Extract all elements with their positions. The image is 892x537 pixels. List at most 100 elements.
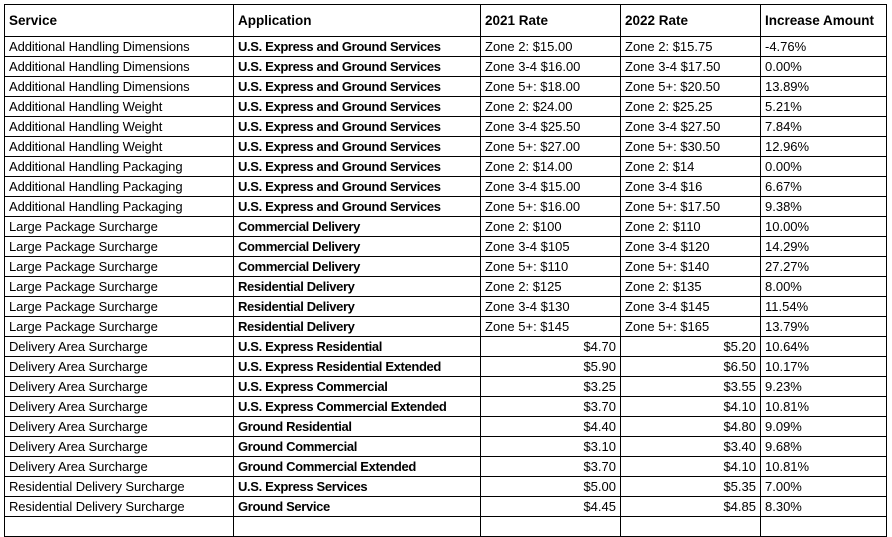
- table-row[interactable]: Large Package Surcharge Commercial Delive…: [4, 256, 887, 277]
- cell-service[interactable]: Large Package Surcharge: [4, 236, 234, 257]
- cell-service[interactable]: Additional Handling Packaging: [4, 156, 234, 177]
- cell-application[interactable]: U.S. Express and Ground Services: [233, 116, 481, 137]
- cell-rate-2022[interactable]: Zone 5+: $20.50: [620, 76, 761, 97]
- cell-application[interactable]: U.S. Express and Ground Services: [233, 196, 481, 217]
- column-header-rate-2021[interactable]: 2021 Rate: [480, 4, 621, 37]
- cell-rate-2021[interactable]: Zone 5+: $18.00: [480, 76, 621, 97]
- cell-increase-amount[interactable]: 0.00%: [760, 156, 887, 177]
- cell-rate-2021[interactable]: Zone 3-4 $16.00: [480, 56, 621, 77]
- cell-service[interactable]: Additional Handling Dimensions: [4, 76, 234, 97]
- table-row[interactable]: Delivery Area Surcharge Ground Residentia…: [4, 416, 887, 437]
- cell-application[interactable]: Residential Delivery: [233, 276, 481, 297]
- cell-rate-2022[interactable]: Zone 3-4 $120: [620, 236, 761, 257]
- cell-rate-2022[interactable]: $4.85: [620, 496, 761, 517]
- cell-service[interactable]: Delivery Area Surcharge: [4, 416, 234, 437]
- cell-application[interactable]: Residential Delivery: [233, 316, 481, 337]
- table-row[interactable]: Large Package Surcharge Residential Deliv…: [4, 276, 887, 297]
- cell-increase-amount[interactable]: 10.81%: [760, 396, 887, 417]
- cell-rate-2022[interactable]: $3.40: [620, 436, 761, 457]
- cell-rate-2022[interactable]: Zone 2: $110: [620, 216, 761, 237]
- table-row[interactable]: Residential Delivery Surcharge U.S. Expre…: [4, 476, 887, 497]
- cell-rate-2021[interactable]: $4.40: [480, 416, 621, 437]
- cell-service[interactable]: Large Package Surcharge: [4, 276, 234, 297]
- table-row[interactable]: Delivery Area Surcharge U.S. Express Resi…: [4, 356, 887, 377]
- cell-rate-2022[interactable]: $3.55: [620, 376, 761, 397]
- cell-rate-2022[interactable]: $4.10: [620, 396, 761, 417]
- table-row[interactable]: Large Package Surcharge Residential Deliv…: [4, 296, 887, 317]
- cell-rate-2021[interactable]: $3.70: [480, 396, 621, 417]
- cell-increase-amount[interactable]: 10.64%: [760, 336, 887, 357]
- table-row[interactable]: Additional Handling Packaging U.S. Expres…: [4, 176, 887, 197]
- cell-rate-2021[interactable]: Zone 5+: $110: [480, 256, 621, 277]
- cell-rate-2022[interactable]: Zone 2: $135: [620, 276, 761, 297]
- table-row[interactable]: Delivery Area Surcharge U.S. Express Comm…: [4, 376, 887, 397]
- cell-increase-amount[interactable]: 13.79%: [760, 316, 887, 337]
- cell-increase-amount[interactable]: 5.21%: [760, 96, 887, 117]
- cell-rate-2022[interactable]: Zone 3-4 $16: [620, 176, 761, 197]
- table-row[interactable]: Additional Handling Dimensions U.S. Expre…: [4, 56, 887, 77]
- cell-increase-amount[interactable]: 10.00%: [760, 216, 887, 237]
- cell-service[interactable]: Additional Handling Dimensions: [4, 56, 234, 77]
- cell-service[interactable]: Delivery Area Surcharge: [4, 336, 234, 357]
- cell-increase-amount[interactable]: 7.00%: [760, 476, 887, 497]
- cell-increase-amount[interactable]: 9.38%: [760, 196, 887, 217]
- cell-application[interactable]: U.S. Express Commercial Extended: [233, 396, 481, 417]
- cell-rate-2022[interactable]: Zone 5+: $17.50: [620, 196, 761, 217]
- cell-rate-2022[interactable]: $4.80: [620, 416, 761, 437]
- cell-rate-2021[interactable]: $5.90: [480, 356, 621, 377]
- table-row[interactable]: Additional Handling Dimensions U.S. Expre…: [4, 36, 887, 57]
- cell-application[interactable]: U.S. Express and Ground Services: [233, 96, 481, 117]
- cell-rate-2021[interactable]: $3.25: [480, 376, 621, 397]
- cell-service[interactable]: Residential Delivery Surcharge: [4, 476, 234, 497]
- cell-increase-amount[interactable]: 10.81%: [760, 456, 887, 477]
- cell-rate-2022[interactable]: Zone 5+: $30.50: [620, 136, 761, 157]
- cell-application[interactable]: Ground Commercial Extended: [233, 456, 481, 477]
- cell-rate-2021[interactable]: $4.70: [480, 336, 621, 357]
- cell-rate-2022[interactable]: $5.20: [620, 336, 761, 357]
- cell-application[interactable]: Commercial Delivery: [233, 236, 481, 257]
- cell-rate-2022[interactable]: Zone 2: $15.75: [620, 36, 761, 57]
- cell-application[interactable]: U.S. Express and Ground Services: [233, 56, 481, 77]
- cell-rate-2021[interactable]: $4.45: [480, 496, 621, 517]
- cell-rate-2022[interactable]: Zone 3-4 $145: [620, 296, 761, 317]
- cell-application[interactable]: Commercial Delivery: [233, 216, 481, 237]
- table-row[interactable]: Additional Handling Packaging U.S. Expres…: [4, 156, 887, 177]
- table-row[interactable]: Additional Handling Weight U.S. Express a…: [4, 96, 887, 117]
- cell-rate-2021[interactable]: Zone 3-4 $15.00: [480, 176, 621, 197]
- cell-rate-2022[interactable]: $5.35: [620, 476, 761, 497]
- cell-service[interactable]: Delivery Area Surcharge: [4, 456, 234, 477]
- cell-increase-amount[interactable]: 7.84%: [760, 116, 887, 137]
- table-row[interactable]: Delivery Area Surcharge U.S. Express Resi…: [4, 336, 887, 357]
- table-row[interactable]: Delivery Area Surcharge Ground Commercial…: [4, 436, 887, 457]
- cell-increase-amount[interactable]: 8.30%: [760, 496, 887, 517]
- cell-service[interactable]: Additional Handling Packaging: [4, 176, 234, 197]
- cell-service[interactable]: Delivery Area Surcharge: [4, 436, 234, 457]
- cell-service[interactable]: Delivery Area Surcharge: [4, 376, 234, 397]
- cell-rate-2022[interactable]: Zone 2: $25.25: [620, 96, 761, 117]
- cell-increase-amount[interactable]: 11.54%: [760, 296, 887, 317]
- cell-application[interactable]: U.S. Express and Ground Services: [233, 156, 481, 177]
- cell-rate-2021[interactable]: Zone 3-4 $25.50: [480, 116, 621, 137]
- table-row[interactable]: Delivery Area Surcharge U.S. Express Comm…: [4, 396, 887, 417]
- cell-service[interactable]: Additional Handling Weight: [4, 136, 234, 157]
- cell-rate-2022[interactable]: Zone 3-4 $17.50: [620, 56, 761, 77]
- cell-rate-2021[interactable]: $5.00: [480, 476, 621, 497]
- table-row[interactable]: Additional Handling Packaging U.S. Expres…: [4, 196, 887, 217]
- cell-increase-amount[interactable]: 10.17%: [760, 356, 887, 377]
- table-row[interactable]: Residential Delivery Surcharge Ground Ser…: [4, 496, 887, 517]
- cell-increase-amount[interactable]: -4.76%: [760, 36, 887, 57]
- cell-application[interactable]: U.S. Express and Ground Services: [233, 36, 481, 57]
- cell-rate-2021[interactable]: Zone 5+: $27.00: [480, 136, 621, 157]
- cell-rate-2021[interactable]: Zone 2: $100: [480, 216, 621, 237]
- table-row[interactable]: Delivery Area Surcharge Ground Commercial…: [4, 456, 887, 477]
- cell-increase-amount[interactable]: 9.23%: [760, 376, 887, 397]
- cell-application[interactable]: Residential Delivery: [233, 296, 481, 317]
- cell-application[interactable]: U.S. Express Residential Extended: [233, 356, 481, 377]
- cell-increase-amount[interactable]: 8.00%: [760, 276, 887, 297]
- cell-rate-2022[interactable]: Zone 3-4 $27.50: [620, 116, 761, 137]
- cell-increase-amount[interactable]: 9.68%: [760, 436, 887, 457]
- cell-application[interactable]: U.S. Express and Ground Services: [233, 76, 481, 97]
- cell-application[interactable]: U.S. Express and Ground Services: [233, 176, 481, 197]
- cell-rate-2022[interactable]: Zone 5+: $165: [620, 316, 761, 337]
- cell-application[interactable]: Ground Residential: [233, 416, 481, 437]
